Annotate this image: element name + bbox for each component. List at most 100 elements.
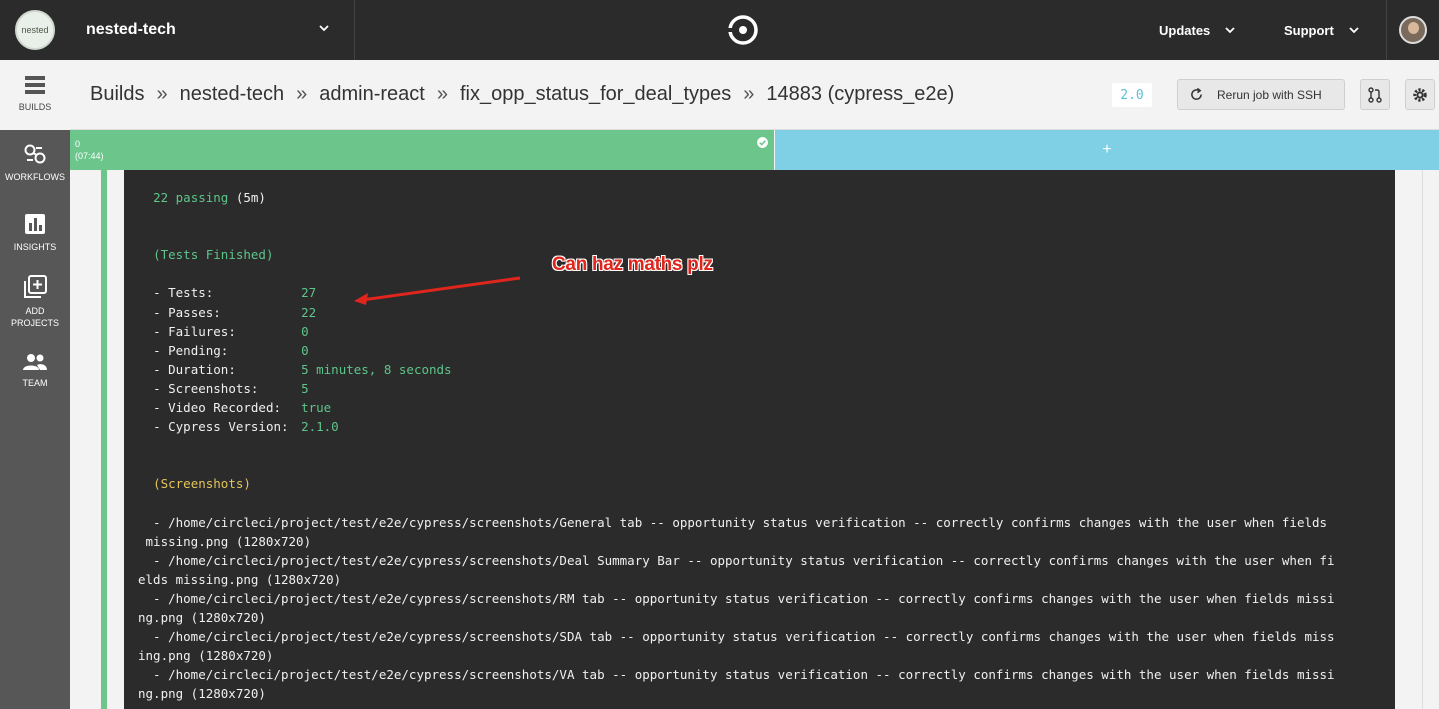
stat-key: - Video Recorded: — [153, 400, 281, 416]
avatar — [1399, 16, 1427, 44]
refresh-icon — [1191, 88, 1202, 100]
version-badge: 2.0 — [1112, 83, 1152, 107]
divider — [1422, 170, 1423, 709]
org-logo: nested — [15, 10, 55, 50]
screenshot-path-line: elds missing.png (1280x720) — [138, 571, 342, 587]
sidebar-item-label: BUILDS — [18, 102, 52, 112]
add-projects-icon — [24, 275, 47, 298]
stat-value: 2.1.0 — [301, 419, 339, 435]
sidebar-item-label: TEAM — [22, 378, 48, 388]
stat-value: 27 — [301, 285, 317, 301]
rerun-ssh-label: Rerun job with SSH — [1217, 87, 1322, 102]
user-menu[interactable] — [1386, 0, 1439, 60]
sidebar-item-workflows[interactable]: WORKFLOWS — [0, 143, 70, 203]
stat-key: - Pending: — [153, 342, 229, 358]
stat-key: - Failures: — [153, 323, 236, 339]
chevron-down-icon — [319, 25, 329, 32]
screenshots-heading: (Screenshots) — [153, 476, 251, 492]
parallel-run-0[interactable]: 0 (07:44) — [70, 130, 774, 170]
job-header: Builds » nested-tech » admin-react » fix_opp_s… — [70, 60, 1439, 130]
stat-key: - Duration: — [153, 361, 236, 377]
annotation-arrow-icon — [354, 276, 521, 305]
stat-row: - Failures: 0 — [138, 322, 1381, 341]
sidebar-item-label: WORKFLOWS — [5, 172, 65, 182]
org-switcher[interactable]: nested nested-tech — [0, 0, 355, 60]
gear-icon — [1413, 87, 1427, 102]
rerun-ssh-button[interactable]: Rerun job with SSH — [1177, 79, 1345, 110]
settings-button[interactable] — [1405, 79, 1435, 110]
breadcrumb-job: 14883 (cypress_e2e) — [766, 83, 955, 105]
breadcrumb-separator: » — [743, 83, 755, 105]
breadcrumb-project[interactable]: admin-react — [319, 83, 425, 105]
sidebar-item-team[interactable]: TEAM — [0, 353, 70, 403]
screenshot-path-line: - /home/circleci/project/test/e2e/cypres… — [138, 590, 1335, 606]
stat-key: - Passes: — [153, 304, 221, 320]
sidebar-item-add-projects[interactable]: ADD PROJECTS — [0, 275, 70, 335]
terminal-output[interactable]: 22 passing (5m) (Tests Finished) - Tests… — [124, 170, 1395, 709]
stat-value: true — [301, 400, 332, 416]
stat-key: - Tests: — [153, 285, 214, 301]
builds-icon — [25, 76, 45, 94]
stat-value: 0 — [301, 323, 309, 339]
check-circle-icon — [757, 137, 768, 148]
passing-time: (5m) — [228, 190, 266, 205]
stat-key: - Screenshots: — [153, 380, 259, 396]
run-index: 0 — [75, 139, 81, 149]
insights-icon — [25, 214, 45, 234]
parallel-runs: 0 (07:44) + — [70, 130, 1439, 170]
stat-row: - Pending: 0 — [138, 341, 1381, 360]
screenshot-path-line: - /home/circleci/project/test/e2e/cypres… — [138, 629, 1335, 645]
annotation-text: Can haz maths plz — [552, 254, 713, 275]
stat-value: 5 — [301, 380, 309, 396]
chevron-down-icon — [1225, 27, 1235, 34]
screenshot-path-line: missing.png (1280x720) — [138, 533, 312, 549]
support-label: Support — [1284, 22, 1334, 38]
step-status-line — [101, 170, 107, 709]
org-name: nested-tech — [86, 21, 176, 38]
chevron-down-icon — [1349, 27, 1359, 34]
stat-value: 22 — [301, 304, 317, 320]
git-branch-button[interactable] — [1360, 79, 1390, 110]
breadcrumb-org[interactable]: nested-tech — [180, 83, 285, 105]
stat-key: - Cypress Version: — [153, 419, 289, 435]
stat-value: 5 minutes, 8 seconds — [301, 361, 452, 377]
tests-finished-heading: (Tests Finished) — [153, 247, 274, 263]
add-parallel-run[interactable]: + — [775, 130, 1439, 170]
breadcrumb-separator: » — [296, 83, 308, 105]
git-pull-request-icon — [1368, 86, 1382, 103]
stat-row: - Passes: 22 — [138, 303, 1381, 322]
stat-row: - Duration: 5 minutes, 8 seconds — [138, 360, 1381, 379]
screenshot-path-line: - /home/circleci/project/test/e2e/cypres… — [138, 667, 1335, 683]
test-stats: - Tests: 27 - Passes: 22 - Failures: 0 - Pe… — [138, 283, 1381, 436]
breadcrumb-branch[interactable]: fix_opp_status_for_deal_types — [460, 83, 731, 105]
updates-label: Updates — [1159, 22, 1211, 38]
breadcrumb: Builds » nested-tech » admin-react » fix_opp_s… — [90, 83, 954, 106]
breadcrumb-builds[interactable]: Builds — [90, 83, 144, 105]
passing-count: 22 passing — [153, 190, 229, 205]
circleci-logo-icon[interactable] — [728, 15, 758, 45]
stat-row: - Video Recorded: true — [138, 398, 1381, 417]
screenshot-list: - /home/circleci/project/test/e2e/cypres… — [138, 513, 1381, 704]
screenshot-path-line: - /home/circleci/project/test/e2e/cypres… — [138, 514, 1328, 530]
stat-row: - Screenshots: 5 — [138, 379, 1381, 398]
screenshot-path-line: ng.png (1280x720) — [138, 686, 266, 702]
job-output: 22 passing (5m) (Tests Finished) - Tests… — [70, 170, 1439, 709]
stat-row: - Tests: 27 — [138, 283, 1381, 302]
sidebar: BUILDS WORKFLOWS INSIGHTS ADD PROJECTS T… — [0, 60, 70, 709]
support-menu[interactable]: Support — [1284, 0, 1360, 60]
sidebar-item-label: INSIGHTS — [13, 242, 57, 252]
sidebar-item-label: ADD PROJECTS — [10, 306, 59, 328]
team-icon — [23, 354, 47, 370]
sidebar-item-builds[interactable]: BUILDS — [0, 60, 70, 130]
top-bar: nested nested-tech Updates Support — [0, 0, 1439, 60]
screenshot-path-line: - /home/circleci/project/test/e2e/cypres… — [138, 552, 1335, 568]
workflows-icon — [24, 144, 46, 164]
updates-menu[interactable]: Updates — [1159, 0, 1236, 60]
breadcrumb-separator: » — [436, 83, 448, 105]
screenshot-path-line: ing.png (1280x720) — [138, 648, 274, 664]
sidebar-item-insights[interactable]: INSIGHTS — [0, 213, 70, 273]
run-time: (07:44) — [75, 151, 104, 161]
screenshot-path-line: ng.png (1280x720) — [138, 610, 266, 626]
stat-value: 0 — [301, 342, 309, 358]
stat-row: - Cypress Version: 2.1.0 — [138, 417, 1381, 436]
